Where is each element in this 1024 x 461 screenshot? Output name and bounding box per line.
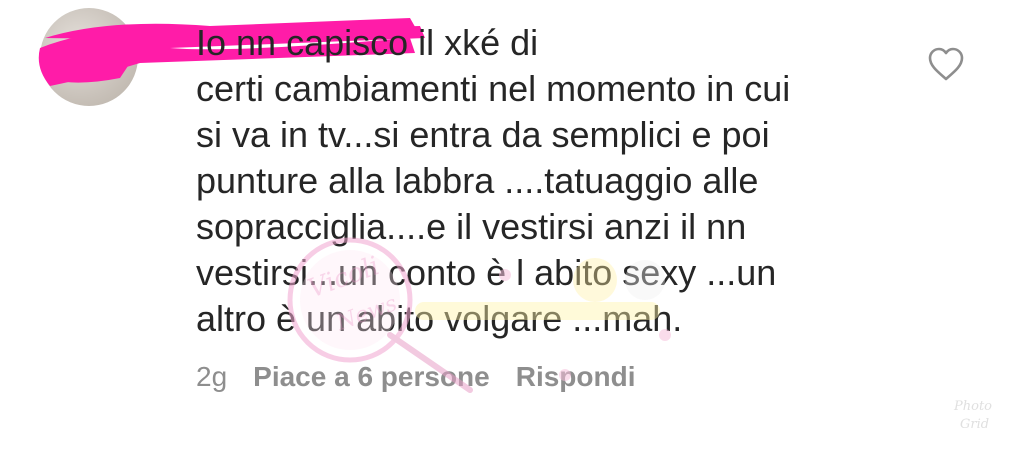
likes-count-link[interactable]: Piace a 6 persone (253, 361, 490, 393)
svg-text:Photo: Photo (953, 399, 992, 414)
svg-text:Grid: Grid (960, 417, 989, 432)
comment-meta-row: 2g Piace a 6 persone Rispondi (196, 357, 636, 397)
avatar[interactable] (40, 8, 138, 106)
comment-timestamp: 2g (196, 361, 228, 392)
heart-outline-icon[interactable] (926, 46, 966, 82)
reply-button[interactable]: Rispondi (516, 361, 636, 393)
comment-item: Io nn capisco il xké di certi cambiament… (0, 0, 1024, 461)
photogrid-watermark-icon: Photo Grid (953, 399, 992, 432)
comment-text: Io nn capisco il xké di certi cambiament… (196, 22, 791, 339)
